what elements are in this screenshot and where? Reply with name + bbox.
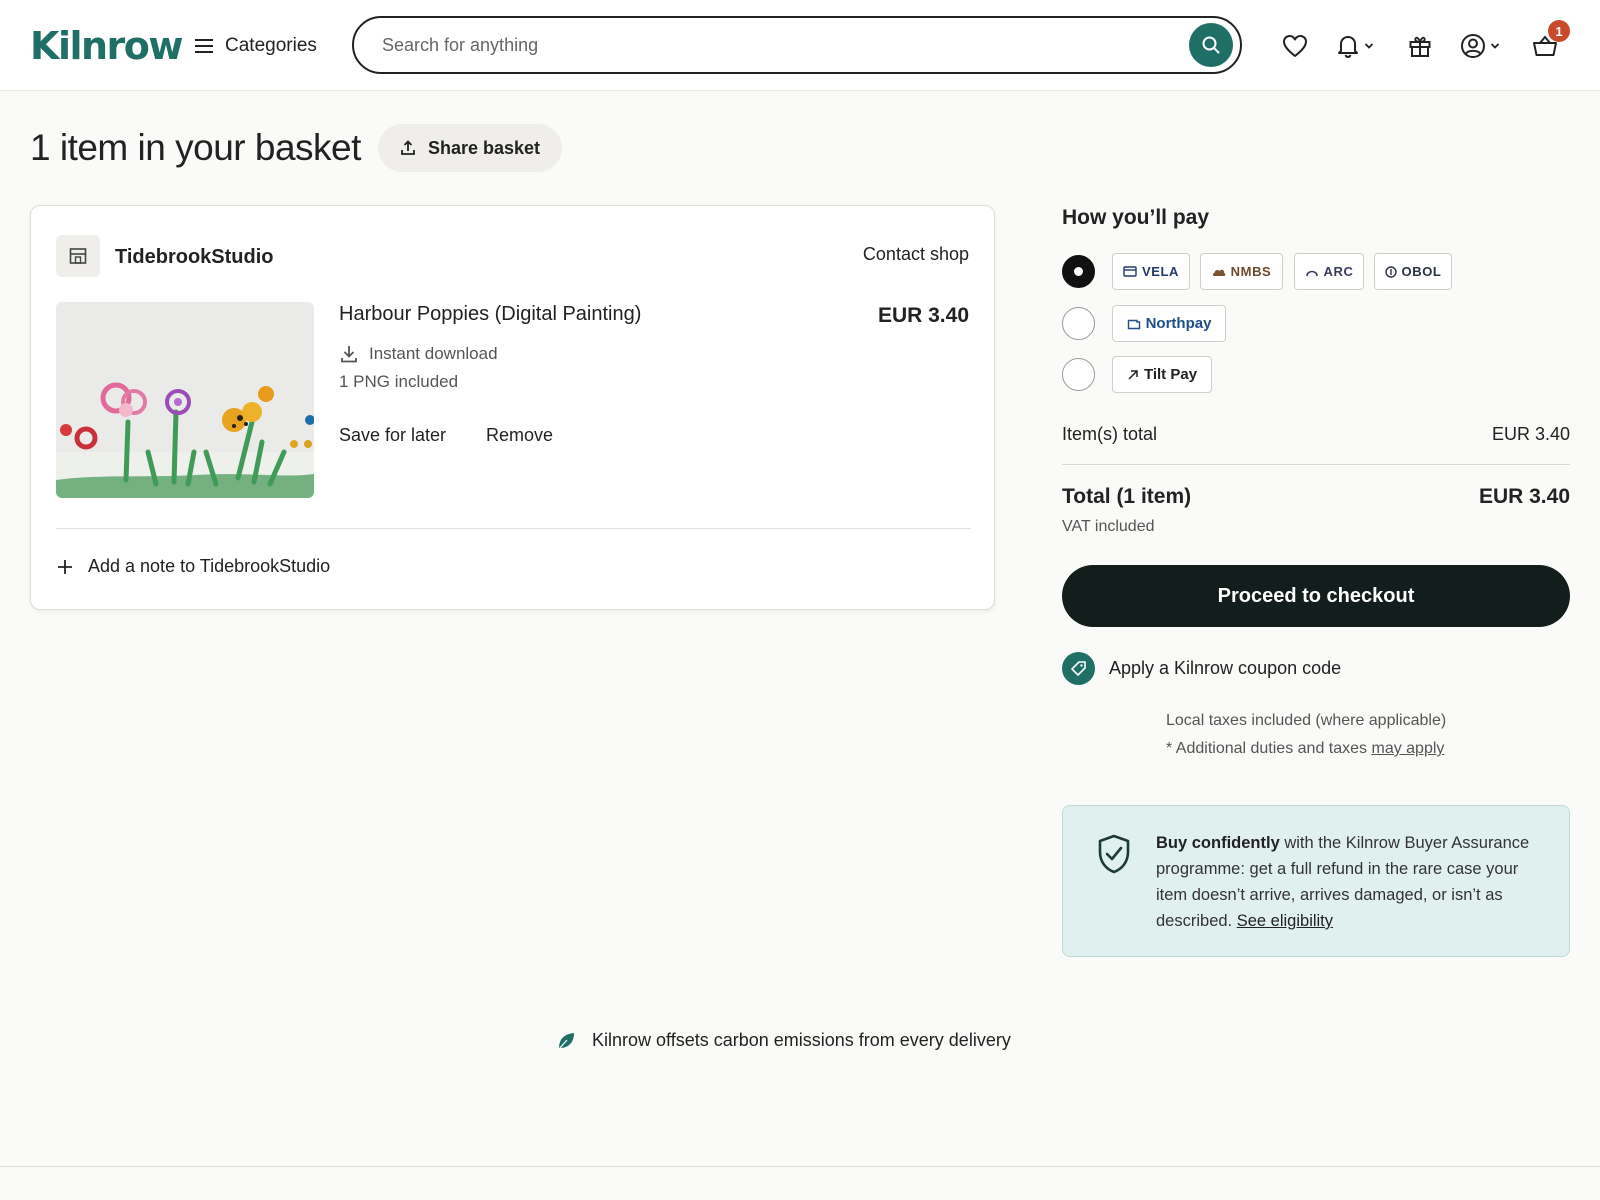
checkout-button[interactable]: Proceed to checkout	[1062, 565, 1570, 627]
painting-image	[56, 302, 314, 498]
delivery-info: Instant download	[339, 344, 498, 364]
categories-label: Categories	[225, 35, 317, 56]
search-input[interactable]	[382, 31, 1172, 59]
payment-brand-label: Northpay	[1145, 315, 1212, 332]
site-logo[interactable]: Kilnrow	[30, 24, 184, 68]
payment-brand-vela: VELA	[1112, 253, 1190, 290]
card-divider	[56, 528, 971, 529]
total-value: EUR 3.40	[1478, 485, 1570, 508]
see-eligibility-link[interactable]: See eligibility	[1237, 912, 1333, 930]
favorites-button[interactable]	[1282, 30, 1308, 62]
cloud-icon	[1212, 269, 1225, 276]
search-button[interactable]	[1189, 23, 1233, 67]
add-note-label: Add a note to TidebrookStudio	[88, 556, 331, 576]
page-title: 1 item in your basket	[30, 127, 361, 168]
arrow-up-right-icon	[1128, 369, 1138, 380]
delivery-label: Instant download	[369, 344, 498, 363]
shop-avatar[interactable]	[56, 235, 100, 277]
vat-note: VAT included	[1062, 518, 1155, 535]
search-bar	[352, 16, 1242, 74]
files-included: 1 PNG included	[339, 372, 459, 391]
duties-note: * Additional duties and taxes may apply	[1166, 740, 1444, 758]
items-total-label: Item(s) total	[1062, 424, 1158, 444]
heart-icon	[1283, 35, 1307, 57]
wallet-icon	[1127, 319, 1140, 329]
summary-divider	[1062, 464, 1570, 465]
contact-shop-link[interactable]: Contact shop	[863, 244, 969, 265]
payment-brand-label: Tilt Pay	[1143, 366, 1198, 383]
share-basket-button[interactable]: Share basket	[378, 124, 562, 172]
total-label: Total (1 item)	[1062, 485, 1192, 508]
payment-brand-arc: ARC	[1294, 253, 1364, 290]
carbon-note: Kilnrow offsets carbon emissions from ev…	[556, 1030, 1011, 1051]
assurance-bold: Buy confidently	[1156, 834, 1280, 852]
coin-icon	[1384, 265, 1397, 278]
chevron-down-icon	[1490, 43, 1500, 49]
categories-button[interactable]: Categories	[195, 30, 317, 62]
payment-heading: How you’ll pay	[1062, 206, 1210, 229]
bell-icon	[1338, 36, 1358, 59]
buyer-assurance-panel: Buy confidently with the Kilnrow Buyer A…	[1062, 805, 1570, 957]
payment-brand-nmbs: NMBS	[1200, 253, 1283, 290]
search-icon	[1202, 36, 1220, 54]
leaf-icon	[558, 1032, 574, 1049]
cart-count-badge: 1	[1548, 20, 1570, 42]
payment-brand-label: NMBS	[1230, 264, 1272, 279]
remove-item-button[interactable]: Remove	[486, 425, 553, 446]
item-title[interactable]: Harbour Poppies (Digital Painting)	[339, 303, 641, 326]
items-total-value: EUR 3.40	[1491, 424, 1570, 444]
shop-basket-card: TidebrookStudio Contact shop Harbour Pop…	[30, 205, 995, 610]
share-icon	[401, 140, 415, 155]
item-price: EUR 3.40	[877, 304, 969, 327]
card-icon	[1123, 266, 1137, 277]
save-for-later-button[interactable]: Save for later	[339, 425, 446, 446]
payment-brand-obol: OBOL	[1374, 253, 1452, 290]
gifts-button[interactable]	[1408, 30, 1432, 62]
share-basket-label: Share basket	[427, 137, 541, 158]
payment-option-tiltpay-radio[interactable]	[1062, 358, 1095, 391]
notifications-button[interactable]	[1336, 30, 1374, 62]
download-icon	[341, 346, 357, 363]
add-note-button[interactable]: Add a note to TidebrookStudio	[56, 556, 330, 577]
payment-option-northpay-radio[interactable]	[1062, 307, 1095, 340]
apply-coupon-button[interactable]: Apply a Kilnrow coupon code	[1062, 652, 1341, 685]
local-taxes-note: Local taxes included (where applicable)	[1166, 712, 1447, 729]
may-apply-link[interactable]: may apply	[1371, 740, 1444, 757]
payment-option-cards-radio[interactable]	[1062, 255, 1095, 288]
top-header: Kilnrow Categories 1	[0, 0, 1600, 91]
arc-icon	[1305, 270, 1318, 276]
payment-brand-label: ARC	[1323, 264, 1354, 279]
assurance-text: Buy confidently with the Kilnrow Buyer A…	[1156, 830, 1541, 934]
payment-brand-label: OBOL	[1401, 264, 1442, 279]
chevron-down-icon	[1364, 43, 1374, 49]
storefront-icon	[69, 248, 87, 264]
user-icon	[1461, 34, 1485, 58]
plus-icon	[58, 559, 72, 574]
coupon-tag-icon	[1062, 652, 1095, 685]
hamburger-menu-icon	[195, 39, 213, 53]
payment-brand-northpay: Northpay	[1112, 305, 1226, 342]
footer-divider	[0, 1166, 1600, 1167]
carbon-text: Kilnrow offsets carbon emissions from ev…	[592, 1030, 1011, 1050]
gift-icon	[1409, 36, 1431, 57]
account-button[interactable]	[1460, 30, 1500, 62]
coupon-label: Apply a Kilnrow coupon code	[1109, 658, 1342, 678]
payment-brand-label: VELA	[1141, 264, 1180, 279]
payment-brand-tiltpay: Tilt Pay	[1112, 356, 1212, 393]
item-thumbnail[interactable]	[56, 302, 314, 498]
shop-name[interactable]: TidebrookStudio	[115, 246, 274, 269]
shield-check-icon	[1098, 834, 1130, 874]
duties-text: * Additional duties and taxes	[1166, 740, 1372, 757]
